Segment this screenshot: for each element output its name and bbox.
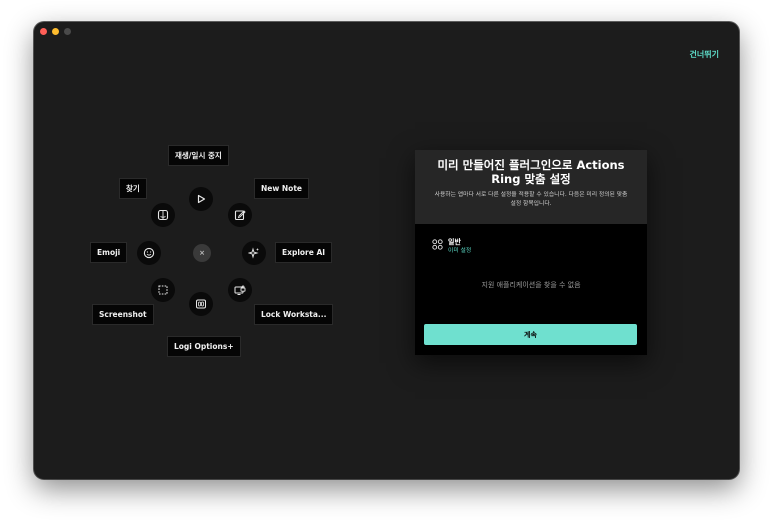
ring-node-screenshot[interactable] <box>151 278 175 302</box>
skip-link[interactable]: 건너뛰기 <box>690 49 719 60</box>
ring-label-emoji: Emoji <box>91 243 127 262</box>
ring-label-play-pause: 재생/일시 중지 <box>169 146 228 165</box>
play-icon <box>197 194 206 204</box>
grid-circles-icon <box>432 239 443 250</box>
card-title: 미리 만들어진 플러그인으로 Actions Ring 맞춤 설정 <box>437 158 625 186</box>
ring-node-play-pause[interactable] <box>189 187 213 211</box>
note-edit-icon <box>234 210 246 221</box>
category-name: 일반 <box>448 238 461 246</box>
category-status: 이미 설정 <box>448 248 472 254</box>
ring-node-lock-workstation[interactable] <box>228 278 252 302</box>
ring-center-close[interactable]: × <box>193 244 211 262</box>
sparkle-icon <box>248 247 259 259</box>
ring-label-find: 찾기 <box>120 179 146 198</box>
minimize-window-button[interactable] <box>52 28 59 35</box>
ring-label-screenshot: Screenshot <box>93 305 153 324</box>
finder-icon <box>157 209 169 221</box>
plugin-setup-card: 미리 만들어진 플러그인으로 Actions Ring 맞춤 설정 사용하는 앱… <box>415 150 647 355</box>
ring-label-lock-workstation: Lock Worksta... <box>255 305 333 324</box>
logi-options-icon <box>196 299 206 309</box>
continue-button[interactable]: 계속 <box>424 324 637 345</box>
ring-node-explore-ai[interactable] <box>242 241 266 265</box>
app-window: 건너뛰기 × 재생/일시 중지 찾기 New Note Emoji Explor… <box>34 22 739 479</box>
ring-label-new-note: New Note <box>255 179 309 198</box>
ring-node-new-note[interactable] <box>228 203 252 227</box>
close-window-button[interactable] <box>40 28 47 35</box>
ring-node-find[interactable] <box>151 203 175 227</box>
zoom-window-button[interactable] <box>64 28 71 35</box>
ring-label-explore-ai: Explore AI <box>276 243 332 262</box>
emoji-icon <box>143 247 155 259</box>
screenshot-icon <box>158 285 168 295</box>
category-text: 일반 이미 설정 <box>448 238 471 255</box>
window-controls <box>40 28 71 35</box>
empty-message: 지원 애플리케이션을 찾을 수 없음 <box>481 281 581 289</box>
ring-node-logi-options[interactable] <box>189 292 213 316</box>
category-general[interactable]: 일반 이미 설정 <box>432 238 471 255</box>
lock-monitor-icon <box>234 285 246 295</box>
ring-label-logi-options: Logi Options+ <box>168 337 240 356</box>
ring-node-emoji[interactable] <box>137 241 161 265</box>
card-description: 사용하는 앱마다 서로 다른 설정을 적용할 수 있습니다. 다음은 미리 정의… <box>434 192 628 207</box>
card-header: 미리 만들어진 플러그인으로 Actions Ring 맞춤 설정 사용하는 앱… <box>415 150 647 224</box>
